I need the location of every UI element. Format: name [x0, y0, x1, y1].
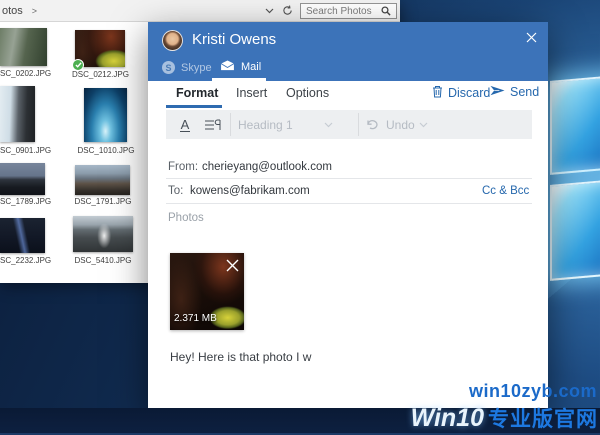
photos-title-bar: otos > [0, 0, 400, 22]
photo-filename: SC_0901.JPG [0, 146, 51, 155]
mail-icon [220, 60, 235, 74]
tab-skype-label: Skype [181, 62, 212, 74]
photo-filename: DSC_5410.JPG [73, 256, 133, 265]
search-box[interactable] [300, 3, 397, 19]
photo-filename: SC_2232.JPG [0, 256, 51, 265]
watermark-site: win10zyb.com [469, 381, 597, 402]
undo-icon[interactable] [366, 110, 379, 139]
ribbon-tabs: Format Insert Options Discard Send [148, 81, 548, 108]
from-label: From: [168, 161, 198, 173]
screen: otos > SC_0202.JPG DSC_0212.J [0, 0, 600, 435]
windows-logo-pane-top [550, 75, 600, 175]
paragraph-formatting-icon[interactable] [200, 110, 226, 139]
style-dropdown-value: Heading 1 [238, 118, 293, 132]
field-divider [166, 178, 532, 179]
cc-bcc-link[interactable]: Cc & Bcc [482, 185, 529, 197]
font-formatting-label: A [180, 118, 191, 132]
to-field[interactable]: kowens@fabrikam.com [190, 185, 310, 197]
photo-thumbnail[interactable] [0, 28, 47, 66]
photo-filename: SC_1789.JPG [0, 197, 51, 206]
breadcrumb-label: otos [2, 5, 23, 17]
avatar [162, 30, 183, 51]
search-input[interactable] [301, 5, 379, 17]
remove-attachment-icon[interactable] [224, 257, 240, 273]
windows-logo-pane-bottom [550, 179, 600, 281]
undo-button[interactable]: Undo [386, 110, 415, 139]
discard-button[interactable]: Discard [432, 85, 490, 101]
skype-icon: S [162, 61, 175, 74]
message-body[interactable]: Hey! Here is that photo I w [170, 350, 311, 364]
tab-options[interactable]: Options [286, 86, 329, 100]
attachment-size: 2.371 MB [174, 313, 217, 324]
discard-label: Discard [448, 86, 490, 100]
watermark-brand-latin: Win10 [411, 404, 484, 433]
send-label: Send [510, 85, 539, 99]
chevron-down-icon[interactable] [419, 110, 428, 139]
field-divider [166, 203, 532, 204]
photo-filename: SC_0202.JPG [0, 69, 51, 78]
contact-name: Kristi Owens [192, 31, 276, 48]
style-dropdown[interactable]: Heading 1 [238, 110, 293, 139]
tab-insert[interactable]: Insert [236, 86, 267, 100]
chevron-down-icon[interactable] [324, 110, 333, 139]
search-icon [379, 6, 393, 16]
to-label: To: [168, 185, 183, 197]
photo-thumbnail-selected[interactable] [75, 30, 125, 67]
subject-field[interactable]: Photos [168, 212, 204, 224]
refresh-icon[interactable] [280, 3, 295, 18]
undo-label: Undo [386, 118, 415, 132]
watermark-brand-cn: 专业版官网 [488, 403, 598, 433]
photo-thumbnail[interactable] [73, 216, 133, 252]
photo-attachment: 2.371 MB [170, 253, 244, 330]
breadcrumb-chevron: > [32, 6, 37, 16]
format-tab-underline [166, 105, 222, 108]
photo-thumbnail[interactable] [0, 86, 35, 142]
send-button[interactable]: Send [490, 85, 539, 99]
watermark-band: Win10 专业版官网 [0, 408, 600, 435]
send-icon [490, 85, 505, 99]
photo-thumbnail[interactable] [0, 218, 45, 253]
toolbar-divider [358, 113, 359, 136]
chevron-down-icon[interactable] [262, 3, 277, 18]
photo-filename: DSC_0212.JPG [72, 70, 128, 79]
watermark-brand: Win10 专业版官网 [411, 403, 598, 433]
photo-thumbnail[interactable] [84, 88, 127, 142]
mail-compose-window: Kristi Owens S Skype Mail Format Insert … [148, 22, 548, 408]
close-icon[interactable] [523, 29, 539, 45]
tab-format[interactable]: Format [176, 86, 218, 100]
from-field[interactable]: cherieyang@outlook.com [202, 161, 332, 173]
photo-filename: DSC_1791.JPG [73, 197, 133, 206]
font-formatting-button[interactable]: A [172, 110, 198, 139]
format-toolbar: A Heading 1 Undo [166, 110, 532, 139]
contact-header: Kristi Owens S Skype Mail [148, 22, 548, 81]
photo-thumbnail[interactable] [0, 163, 45, 195]
tab-skype[interactable]: S Skype [162, 61, 212, 74]
tab-mail-label: Mail [241, 61, 261, 73]
photo-filename: DSC_1010.JPG [76, 146, 136, 155]
trash-icon [432, 85, 443, 101]
tab-mail[interactable]: Mail [220, 60, 261, 74]
breadcrumb[interactable]: otos > [2, 5, 37, 17]
toolbar-divider [230, 113, 231, 136]
photo-thumbnail[interactable] [75, 165, 130, 195]
